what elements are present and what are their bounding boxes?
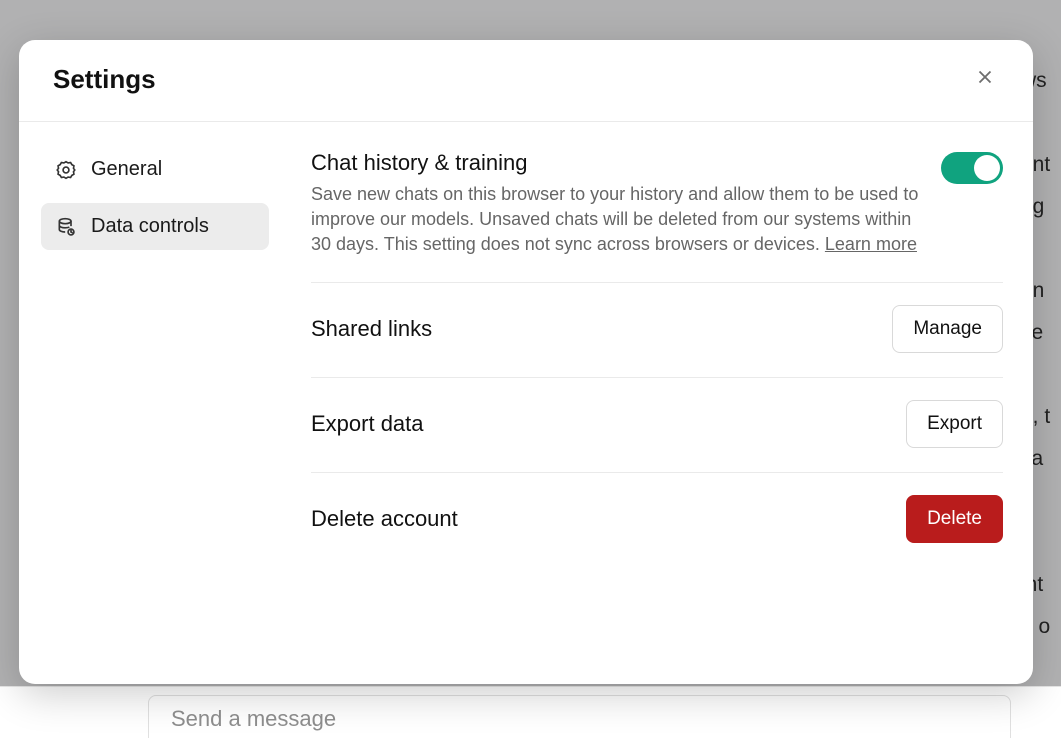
learn-more-link[interactable]: Learn more <box>825 234 917 254</box>
database-icon <box>55 216 77 238</box>
section-shared-links: Shared links Manage <box>311 305 1003 378</box>
section-text: Chat history & training Save new chats o… <box>311 150 921 258</box>
settings-content: Chat history & training Save new chats o… <box>291 122 1033 684</box>
gear-icon <box>55 159 77 181</box>
export-data-title: Export data <box>311 411 424 437</box>
delete-account-button[interactable]: Delete <box>906 495 1003 543</box>
chat-history-title: Chat history & training <box>311 150 921 176</box>
modal-body: General Data controls <box>19 122 1033 684</box>
background-message-input: Send a message <box>148 695 1011 738</box>
close-button[interactable] <box>971 66 999 94</box>
close-icon <box>974 66 996 93</box>
sidebar-item-data-controls[interactable]: Data controls <box>41 203 269 250</box>
chat-history-description: Save new chats on this browser to your h… <box>311 182 921 258</box>
export-data-button[interactable]: Export <box>906 400 1003 448</box>
section-chat-history: Chat history & training Save new chats o… <box>311 150 1003 283</box>
sidebar-item-general[interactable]: General <box>41 146 269 193</box>
section-delete-account: Delete account Delete <box>311 495 1003 567</box>
manage-shared-links-button[interactable]: Manage <box>892 305 1003 353</box>
modal-title: Settings <box>53 64 156 95</box>
modal-header: Settings <box>19 40 1033 122</box>
section-export-data: Export data Export <box>311 400 1003 473</box>
sidebar-item-label: Data controls <box>91 215 209 238</box>
toggle-knob <box>974 155 1000 181</box>
chat-history-toggle[interactable] <box>941 152 1003 184</box>
shared-links-title: Shared links <box>311 316 432 342</box>
delete-account-title: Delete account <box>311 506 458 532</box>
sidebar-item-label: General <box>91 158 162 181</box>
settings-sidebar: General Data controls <box>19 122 291 684</box>
background-input-area: Send a message <box>0 686 1061 738</box>
settings-modal: Settings General <box>19 40 1033 684</box>
